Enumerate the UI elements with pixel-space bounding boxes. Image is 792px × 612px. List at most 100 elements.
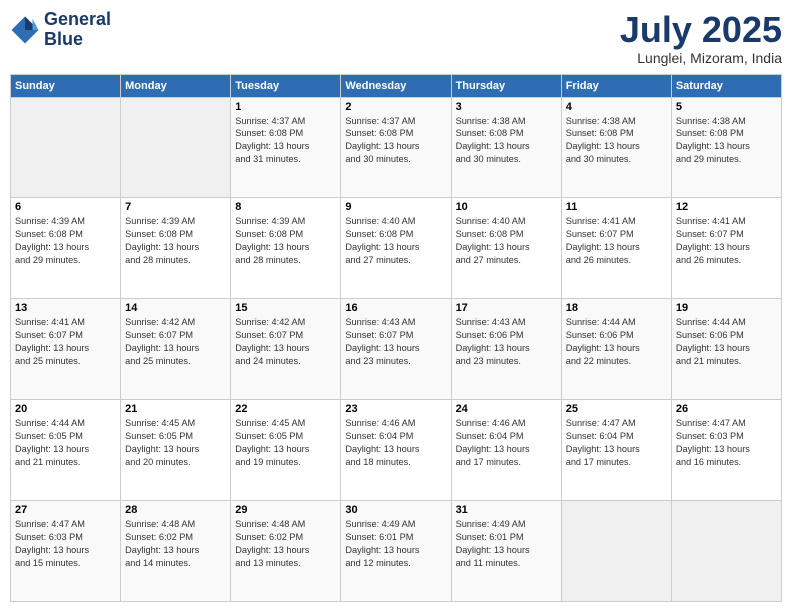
weekday-header-wednesday: Wednesday (341, 74, 451, 97)
day-info: Sunrise: 4:46 AM Sunset: 6:04 PM Dayligh… (345, 417, 446, 469)
day-number: 15 (235, 302, 336, 314)
day-info: Sunrise: 4:41 AM Sunset: 6:07 PM Dayligh… (676, 215, 777, 267)
day-info: Sunrise: 4:38 AM Sunset: 6:08 PM Dayligh… (566, 115, 667, 167)
day-number: 17 (456, 302, 557, 314)
calendar-cell: 29 Sunrise: 4:48 AM Sunset: 6:02 PM Dayli… (231, 501, 341, 602)
day-info: Sunrise: 4:44 AM Sunset: 6:06 PM Dayligh… (676, 316, 777, 368)
day-info: Sunrise: 4:41 AM Sunset: 6:07 PM Dayligh… (566, 215, 667, 267)
day-number: 9 (345, 201, 446, 213)
month-title: July 2025 (620, 10, 782, 50)
day-number: 24 (456, 403, 557, 415)
calendar-cell: 6 Sunrise: 4:39 AM Sunset: 6:08 PM Daylig… (11, 198, 121, 299)
logo: General Blue (10, 10, 111, 50)
calendar-cell: 1 Sunrise: 4:37 AM Sunset: 6:08 PM Daylig… (231, 97, 341, 198)
calendar-cell: 18Sunrise: 4:44 AM Sunset: 6:06 PM Dayli… (561, 299, 671, 400)
day-number: 8 (235, 201, 336, 213)
day-info: Sunrise: 4:41 AM Sunset: 6:07 PM Dayligh… (15, 316, 116, 368)
day-info: Sunrise: 4:42 AM Sunset: 6:07 PM Dayligh… (235, 316, 336, 368)
calendar-cell: 10 Sunrise: 4:40 AM Sunset: 6:08 PM Dayli… (451, 198, 561, 299)
weekday-header-sunday: Sunday (11, 74, 121, 97)
location: Lunglei, Mizoram, India (620, 50, 782, 66)
weekday-header-monday: Monday (121, 74, 231, 97)
week-row-1: 1 Sunrise: 4:37 AM Sunset: 6:08 PM Daylig… (11, 97, 782, 198)
day-info: Sunrise: 4:49 AM Sunset: 6:01 PM Dayligh… (345, 518, 446, 570)
calendar-cell: 13 Sunrise: 4:41 AM Sunset: 6:07 PM Dayli… (11, 299, 121, 400)
week-row-3: 13 Sunrise: 4:41 AM Sunset: 6:07 PM Dayli… (11, 299, 782, 400)
day-info: Sunrise: 4:39 AM Sunset: 6:08 PM Dayligh… (235, 215, 336, 267)
weekday-header-tuesday: Tuesday (231, 74, 341, 97)
calendar-cell: 11 Sunrise: 4:41 AM Sunset: 6:07 PM Dayli… (561, 198, 671, 299)
day-info: Sunrise: 4:38 AM Sunset: 6:08 PM Dayligh… (456, 115, 557, 167)
title-area: July 2025 Lunglei, Mizoram, India (620, 10, 782, 66)
calendar-cell: 30 Sunrise: 4:49 AM Sunset: 6:01 PM Dayli… (341, 501, 451, 602)
day-number: 14 (125, 302, 226, 314)
logo-line1: General (44, 10, 111, 30)
calendar-cell (11, 97, 121, 198)
day-info: Sunrise: 4:42 AM Sunset: 6:07 PM Dayligh… (125, 316, 226, 368)
day-number: 20 (15, 403, 116, 415)
logo-icon (10, 15, 40, 45)
weekday-header-saturday: Saturday (671, 74, 781, 97)
day-info: Sunrise: 4:39 AM Sunset: 6:08 PM Dayligh… (125, 215, 226, 267)
day-number: 19 (676, 302, 777, 314)
day-number: 4 (566, 101, 667, 113)
day-info: Sunrise: 4:48 AM Sunset: 6:02 PM Dayligh… (235, 518, 336, 570)
day-number: 5 (676, 101, 777, 113)
weekday-header-friday: Friday (561, 74, 671, 97)
day-number: 29 (235, 504, 336, 516)
logo-line2: Blue (44, 30, 111, 50)
day-info: Sunrise: 4:39 AM Sunset: 6:08 PM Dayligh… (15, 215, 116, 267)
calendar-cell (121, 97, 231, 198)
day-info: Sunrise: 4:40 AM Sunset: 6:08 PM Dayligh… (345, 215, 446, 267)
calendar-cell: 4 Sunrise: 4:38 AM Sunset: 6:08 PM Daylig… (561, 97, 671, 198)
calendar-cell: 12 Sunrise: 4:41 AM Sunset: 6:07 PM Dayli… (671, 198, 781, 299)
week-row-4: 20 Sunrise: 4:44 AM Sunset: 6:05 PM Dayli… (11, 400, 782, 501)
day-number: 3 (456, 101, 557, 113)
day-info: Sunrise: 4:49 AM Sunset: 6:01 PM Dayligh… (456, 518, 557, 570)
calendar-cell: 9 Sunrise: 4:40 AM Sunset: 6:08 PM Daylig… (341, 198, 451, 299)
day-number: 10 (456, 201, 557, 213)
day-number: 16 (345, 302, 446, 314)
day-number: 11 (566, 201, 667, 213)
day-number: 25 (566, 403, 667, 415)
calendar-cell: 25Sunrise: 4:47 AM Sunset: 6:04 PM Dayli… (561, 400, 671, 501)
day-number: 27 (15, 504, 116, 516)
logo-text: General Blue (44, 10, 111, 50)
page: General Blue July 2025 Lunglei, Mizoram,… (0, 0, 792, 612)
day-number: 23 (345, 403, 446, 415)
day-number: 21 (125, 403, 226, 415)
day-info: Sunrise: 4:40 AM Sunset: 6:08 PM Dayligh… (456, 215, 557, 267)
day-number: 26 (676, 403, 777, 415)
day-number: 22 (235, 403, 336, 415)
calendar-cell: 23 Sunrise: 4:46 AM Sunset: 6:04 PM Dayli… (341, 400, 451, 501)
day-info: Sunrise: 4:47 AM Sunset: 6:03 PM Dayligh… (676, 417, 777, 469)
day-number: 30 (345, 504, 446, 516)
day-number: 12 (676, 201, 777, 213)
calendar-cell: 20 Sunrise: 4:44 AM Sunset: 6:05 PM Dayli… (11, 400, 121, 501)
day-info: Sunrise: 4:37 AM Sunset: 6:08 PM Dayligh… (235, 115, 336, 167)
calendar-cell: 19 Sunrise: 4:44 AM Sunset: 6:06 PM Dayli… (671, 299, 781, 400)
day-number: 1 (235, 101, 336, 113)
day-info: Sunrise: 4:44 AM Sunset: 6:06 PM Dayligh… (566, 316, 667, 368)
day-info: Sunrise: 4:44 AM Sunset: 6:05 PM Dayligh… (15, 417, 116, 469)
day-number: 28 (125, 504, 226, 516)
weekday-header-thursday: Thursday (451, 74, 561, 97)
calendar-cell: 5Sunrise: 4:38 AM Sunset: 6:08 PM Daylig… (671, 97, 781, 198)
calendar-cell (561, 501, 671, 602)
weekday-header-row: SundayMondayTuesdayWednesdayThursdayFrid… (11, 74, 782, 97)
day-info: Sunrise: 4:45 AM Sunset: 6:05 PM Dayligh… (235, 417, 336, 469)
day-number: 2 (345, 101, 446, 113)
header: General Blue July 2025 Lunglei, Mizoram,… (10, 10, 782, 66)
day-number: 7 (125, 201, 226, 213)
day-number: 6 (15, 201, 116, 213)
calendar-cell: 27Sunrise: 4:47 AM Sunset: 6:03 PM Dayli… (11, 501, 121, 602)
calendar-cell: 14 Sunrise: 4:42 AM Sunset: 6:07 PM Dayli… (121, 299, 231, 400)
day-number: 13 (15, 302, 116, 314)
calendar-cell: 3 Sunrise: 4:38 AM Sunset: 6:08 PM Daylig… (451, 97, 561, 198)
calendar-cell (671, 501, 781, 602)
calendar-cell: 24Sunrise: 4:46 AM Sunset: 6:04 PM Dayli… (451, 400, 561, 501)
day-info: Sunrise: 4:45 AM Sunset: 6:05 PM Dayligh… (125, 417, 226, 469)
day-info: Sunrise: 4:43 AM Sunset: 6:07 PM Dayligh… (345, 316, 446, 368)
calendar-cell: 2Sunrise: 4:37 AM Sunset: 6:08 PM Daylig… (341, 97, 451, 198)
calendar-cell: 21 Sunrise: 4:45 AM Sunset: 6:05 PM Dayli… (121, 400, 231, 501)
